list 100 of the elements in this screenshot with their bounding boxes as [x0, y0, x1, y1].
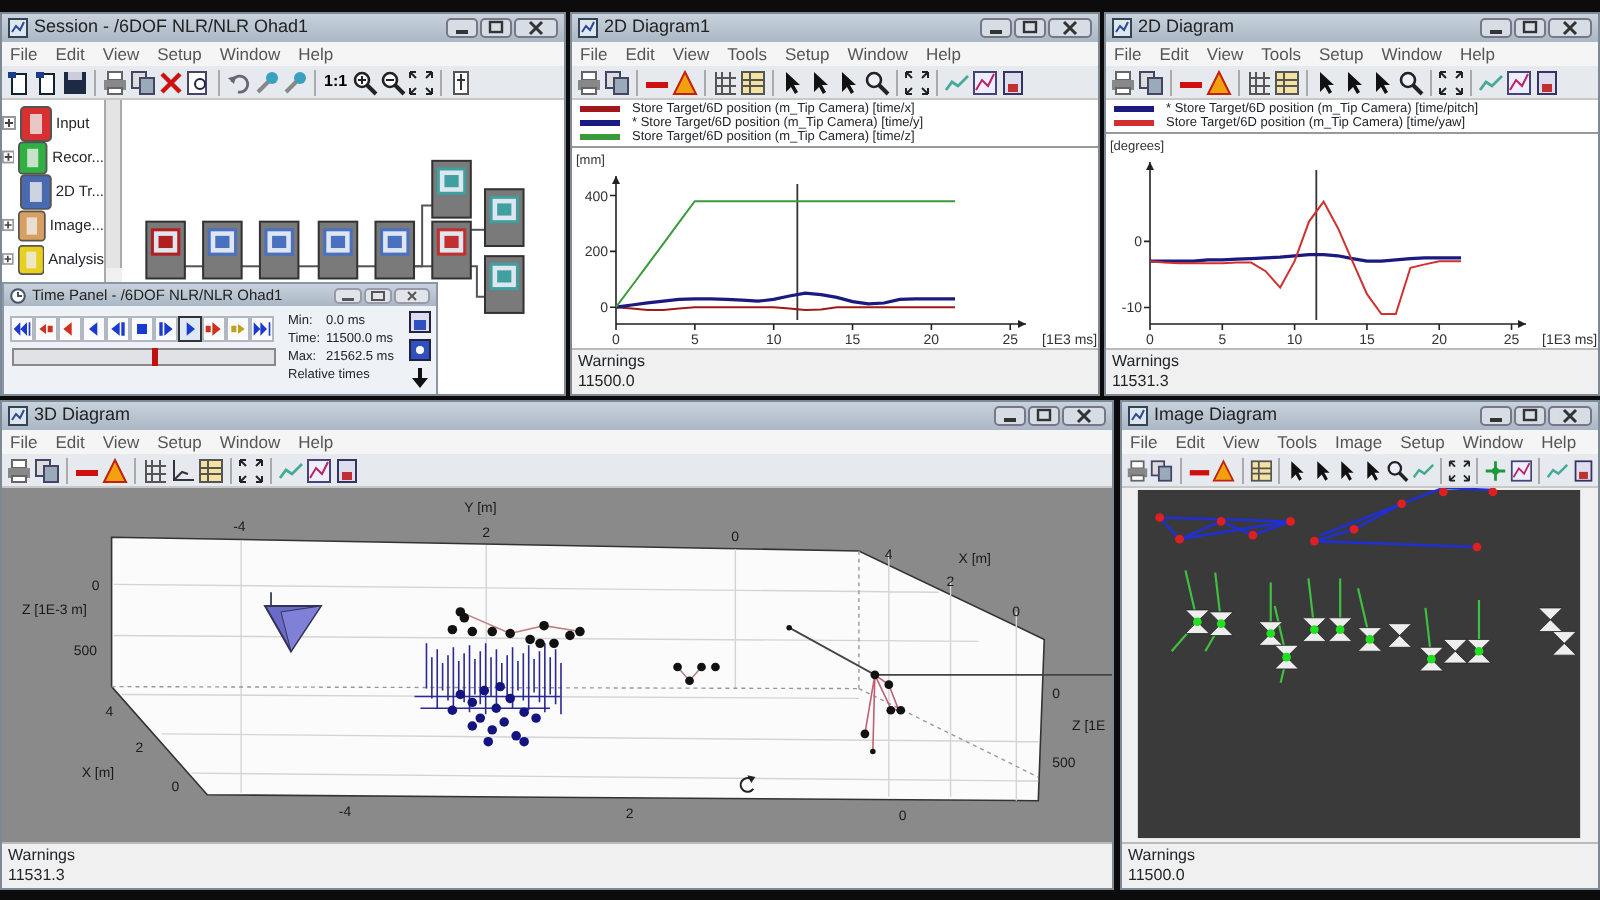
- close-icon[interactable]: [1548, 18, 1592, 38]
- copy-icon[interactable]: [34, 457, 60, 483]
- cursor-icon[interactable]: [1311, 457, 1335, 483]
- maximize-icon[interactable]: [480, 18, 512, 38]
- copy-icon[interactable]: [130, 69, 156, 95]
- minimize-icon[interactable]: [334, 287, 362, 303]
- menu-item[interactable]: Edit: [1175, 429, 1205, 455]
- cursor-line[interactable]: [796, 183, 799, 321]
- menu-item[interactable]: Image: [1334, 429, 1383, 455]
- transport-button[interactable]: [130, 316, 154, 342]
- transport-button[interactable]: [58, 316, 82, 342]
- close-icon[interactable]: [1048, 18, 1092, 38]
- magnifier-icon[interactable]: [864, 69, 890, 95]
- module-node[interactable]: [431, 220, 472, 280]
- scrollbar[interactable]: [106, 100, 122, 268]
- new-file-icon[interactable]: [6, 69, 32, 95]
- menu-item[interactable]: Setup: [157, 41, 202, 67]
- document-icon[interactable]: [1534, 69, 1560, 95]
- menu-item[interactable]: Help: [925, 41, 961, 67]
- menu-item[interactable]: Help: [1541, 429, 1577, 455]
- menu-item[interactable]: Edit: [55, 41, 85, 67]
- minimize-icon[interactable]: [1480, 406, 1512, 426]
- menu-item[interactable]: Edit: [1159, 41, 1189, 67]
- chart-icon[interactable]: [306, 457, 332, 483]
- grid-icon[interactable]: [1246, 69, 1272, 95]
- help-icon[interactable]: [408, 338, 432, 362]
- module-node[interactable]: [258, 220, 300, 280]
- module-node[interactable]: [145, 220, 186, 280]
- menu-item[interactable]: Edit: [625, 41, 655, 67]
- printer-icon[interactable]: [1110, 69, 1136, 95]
- axes-icon[interactable]: [170, 457, 196, 483]
- module-node[interactable]: [483, 255, 525, 314]
- document-icon[interactable]: [1571, 457, 1595, 483]
- menu-item[interactable]: Window: [219, 429, 281, 455]
- module-node[interactable]: [317, 220, 359, 280]
- close-icon[interactable]: [394, 287, 430, 303]
- menu-item[interactable]: Tools: [1277, 429, 1317, 455]
- module-node[interactable]: [374, 220, 415, 280]
- transport-button[interactable]: [106, 316, 130, 342]
- transport-button[interactable]: [154, 316, 178, 342]
- menu-item[interactable]: View: [1222, 429, 1260, 455]
- minimize-icon[interactable]: [446, 18, 478, 38]
- printer-icon[interactable]: [1126, 457, 1149, 483]
- copy-icon[interactable]: [1138, 69, 1164, 95]
- menu-item[interactable]: Help: [1459, 41, 1495, 67]
- menu-item[interactable]: File: [580, 41, 608, 67]
- undo-icon[interactable]: [226, 69, 252, 95]
- menu-item[interactable]: Tools: [1261, 41, 1301, 67]
- expand-icon[interactable]: [2, 150, 15, 164]
- delete-icon[interactable]: [158, 69, 184, 95]
- menu-item[interactable]: Edit: [55, 429, 85, 455]
- fit-arrows-icon[interactable]: [238, 457, 264, 483]
- cursor-icon[interactable]: [1361, 457, 1385, 483]
- transport-button[interactable]: [202, 316, 226, 342]
- table-icon[interactable]: [740, 69, 766, 95]
- module-node[interactable]: [202, 220, 243, 280]
- chart-icon[interactable]: [972, 69, 998, 95]
- tool-icon[interactable]: [254, 69, 280, 95]
- close-icon[interactable]: [1062, 406, 1106, 426]
- maximize-icon[interactable]: [364, 287, 392, 303]
- tool-icon[interactable]: [282, 69, 308, 95]
- cursor-line[interactable]: [1315, 169, 1318, 321]
- fit-arrows-icon[interactable]: [1438, 69, 1464, 95]
- fit-arrows-icon[interactable]: [407, 69, 434, 95]
- expand-icon[interactable]: [2, 218, 15, 232]
- copy-icon[interactable]: [1150, 457, 1174, 483]
- menu-item[interactable]: Window: [1462, 429, 1524, 455]
- zoom-in-icon[interactable]: [351, 69, 378, 95]
- minimize-icon[interactable]: [1480, 18, 1512, 38]
- transport-button[interactable]: [250, 316, 274, 342]
- zoom-out-icon[interactable]: [379, 69, 406, 95]
- module-node[interactable]: [431, 159, 472, 219]
- menu-item[interactable]: View: [1206, 41, 1244, 67]
- down-arrow-icon[interactable]: [408, 366, 432, 390]
- find-icon[interactable]: [186, 69, 212, 95]
- module-node[interactable]: [483, 188, 525, 248]
- menu-item[interactable]: Setup: [1400, 429, 1445, 455]
- printer-icon[interactable]: [576, 69, 602, 95]
- menu-item[interactable]: View: [672, 41, 710, 67]
- fit-arrows-icon[interactable]: [1447, 457, 1471, 483]
- menu-item[interactable]: Window: [847, 41, 908, 67]
- maximize-icon[interactable]: [1514, 18, 1546, 38]
- chart-icon[interactable]: [1506, 69, 1532, 95]
- close-icon[interactable]: [1548, 406, 1592, 426]
- time-slider[interactable]: [12, 348, 276, 366]
- printer-icon[interactable]: [6, 457, 32, 483]
- menu-item[interactable]: Setup: [157, 429, 202, 455]
- table-icon[interactable]: [198, 457, 224, 483]
- window-icon[interactable]: [408, 310, 432, 334]
- printer-icon[interactable]: [102, 69, 128, 95]
- table-icon[interactable]: [1274, 69, 1300, 95]
- minimize-icon[interactable]: [980, 18, 1012, 38]
- transport-button[interactable]: [34, 316, 58, 342]
- maximize-icon[interactable]: [1514, 406, 1546, 426]
- magnifier-icon[interactable]: [1398, 69, 1424, 95]
- slider-thumb[interactable]: [151, 348, 158, 366]
- menu-item[interactable]: File: [10, 41, 38, 67]
- grid-icon[interactable]: [142, 457, 168, 483]
- menu-item[interactable]: View: [102, 41, 140, 67]
- minimize-icon[interactable]: [994, 406, 1026, 426]
